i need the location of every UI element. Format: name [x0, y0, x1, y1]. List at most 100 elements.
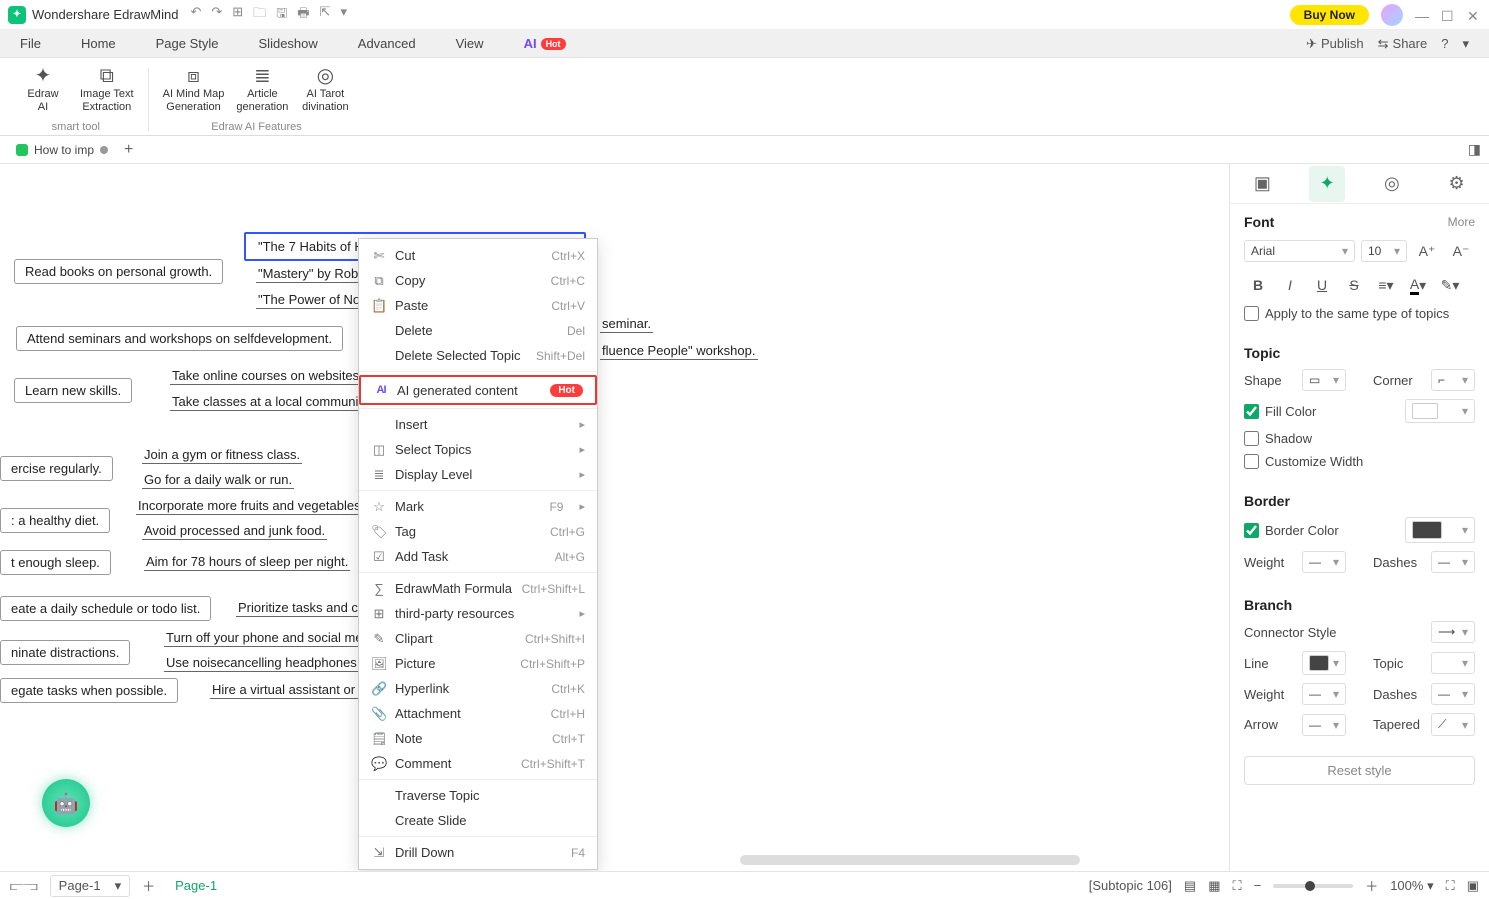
- cm-drill-down[interactable]: ⇲Drill DownF4: [359, 840, 597, 865]
- cm-copy[interactable]: ⧉CopyCtrl+C: [359, 268, 597, 293]
- mindmap-node[interactable]: Avoid processed and junk food.: [142, 523, 327, 540]
- menu-home[interactable]: Home: [81, 36, 116, 51]
- new-tab-button[interactable]: +: [124, 141, 133, 159]
- fill-color-check[interactable]: Fill Color: [1244, 404, 1316, 419]
- tarot-button[interactable]: ◎AI Tarot divination: [300, 64, 350, 114]
- user-avatar[interactable]: [1381, 4, 1403, 26]
- collapse-panel-icon[interactable]: ▣: [1467, 878, 1479, 894]
- mindmap-node[interactable]: "Mastery" by Robe: [256, 266, 368, 283]
- panel-tab-icon[interactable]: ◎: [1374, 166, 1410, 202]
- mindmap-node[interactable]: eate a daily schedule or todo list.: [0, 596, 211, 621]
- cm-attachment[interactable]: 📎AttachmentCtrl+H: [359, 701, 597, 726]
- cm-traverse[interactable]: Traverse Topic: [359, 783, 597, 808]
- cm-ai-generated-content[interactable]: AIAI generated contentHot: [359, 375, 597, 405]
- print-icon[interactable]: 🖶: [297, 4, 309, 26]
- branch-weight-select[interactable]: —▾: [1302, 683, 1346, 705]
- menu-advanced[interactable]: Advanced: [358, 36, 416, 51]
- menu-slideshow[interactable]: Slideshow: [259, 36, 318, 51]
- highlight-button[interactable]: ✎▾: [1436, 272, 1464, 298]
- font-size-select[interactable]: 10▾: [1361, 240, 1407, 262]
- fill-color-select[interactable]: ▾: [1405, 399, 1475, 423]
- article-generation-button[interactable]: ≣Article generation: [236, 64, 288, 114]
- mindmap-node[interactable]: Incorporate more fruits and vegetables i: [136, 498, 369, 515]
- cm-clipart[interactable]: ✎ClipartCtrl+Shift+I: [359, 626, 597, 651]
- save-icon[interactable]: 🖫: [276, 4, 287, 26]
- menu-file[interactable]: File: [20, 36, 41, 51]
- view-icon-2[interactable]: ▦: [1208, 878, 1220, 894]
- cm-add-task[interactable]: ☑Add TaskAlt+G: [359, 544, 597, 569]
- cm-picture[interactable]: 🖼PictureCtrl+Shift+P: [359, 651, 597, 676]
- mindmap-node[interactable]: "The Power of Now: [256, 292, 372, 309]
- panel-tab-settings[interactable]: ⚙: [1439, 166, 1475, 202]
- buy-now-button[interactable]: Buy Now: [1290, 5, 1369, 25]
- underline-button[interactable]: U: [1308, 272, 1336, 298]
- shadow-check[interactable]: Shadow: [1244, 431, 1475, 446]
- zoom-value[interactable]: 100% ▾: [1390, 878, 1433, 894]
- cm-paste[interactable]: 📋PasteCtrl+V: [359, 293, 597, 318]
- fullscreen-icon[interactable]: ⛶: [1446, 878, 1455, 894]
- menu-view[interactable]: View: [456, 36, 484, 51]
- zoom-slider[interactable]: [1273, 884, 1353, 888]
- share-button[interactable]: ⇆Share: [1378, 36, 1428, 52]
- tapered-select[interactable]: ⟋▾: [1431, 713, 1475, 736]
- line-color-select[interactable]: ▾: [1302, 651, 1346, 675]
- maximize-icon[interactable]: ☐: [1441, 8, 1455, 22]
- panel-toggle-icon[interactable]: ◨: [1468, 141, 1481, 158]
- cm-select-topics[interactable]: ◫Select Topics▸: [359, 437, 597, 462]
- mindmap-node[interactable]: Join a gym or fitness class.: [142, 447, 302, 464]
- open-icon[interactable]: 🗀: [253, 4, 266, 26]
- mindmap-node[interactable]: Turn off your phone and social medi: [164, 630, 375, 647]
- decrease-font-button[interactable]: A⁻: [1447, 238, 1475, 264]
- increase-font-button[interactable]: A⁺: [1413, 238, 1441, 264]
- cm-delete[interactable]: DeleteDel: [359, 318, 597, 343]
- mindmap-node[interactable]: Attend seminars and workshops on selfdev…: [16, 326, 343, 351]
- cm-tag[interactable]: 🏷TagCtrl+G: [359, 519, 597, 544]
- border-color-check[interactable]: Border Color: [1244, 523, 1339, 538]
- undo-icon[interactable]: ↶: [190, 4, 201, 26]
- page-tab[interactable]: Page-1: [167, 878, 225, 893]
- ai-mindmap-button[interactable]: ⧈AI Mind Map Generation: [163, 64, 225, 114]
- reset-style-button[interactable]: Reset style: [1244, 756, 1475, 785]
- outline-toggle-icon[interactable]: ⫍⫎: [10, 878, 38, 894]
- add-page-button[interactable]: ＋: [142, 876, 155, 895]
- canvas[interactable]: "The 7 Habits of Hi "Mastery" by Robe "T…: [0, 164, 1229, 871]
- cm-display-level[interactable]: ≣Display Level▸: [359, 462, 597, 487]
- new-icon[interactable]: ⊞: [232, 4, 243, 26]
- publish-button[interactable]: ✈Publish: [1306, 36, 1364, 52]
- mindmap-node[interactable]: Take classes at a local community: [170, 394, 371, 411]
- mindmap-node[interactable]: ninate distractions.: [0, 640, 130, 665]
- cm-hyperlink[interactable]: 🔗HyperlinkCtrl+K: [359, 676, 597, 701]
- document-tab[interactable]: How to imp: [8, 143, 116, 157]
- cm-formula[interactable]: ∑EdrawMath FormulaCtrl+Shift+L: [359, 576, 597, 601]
- mindmap-node[interactable]: ercise regularly.: [0, 456, 113, 481]
- cm-mark[interactable]: ☆MarkF9▸: [359, 494, 597, 519]
- panel-tab-style[interactable]: ✦: [1309, 166, 1345, 202]
- view-icon-1[interactable]: ▤: [1184, 878, 1196, 894]
- branch-dashes-select[interactable]: —▾: [1431, 683, 1475, 705]
- mindmap-node[interactable]: Go for a daily walk or run.: [142, 472, 294, 489]
- zoom-in-button[interactable]: ＋: [1365, 876, 1378, 895]
- cm-third-party[interactable]: ⊞third-party resources▸: [359, 601, 597, 626]
- fit-icon[interactable]: ⛶: [1232, 878, 1241, 894]
- zoom-out-button[interactable]: −: [1254, 878, 1262, 893]
- horizontal-scrollbar[interactable]: [740, 855, 1080, 865]
- strike-button[interactable]: S: [1340, 272, 1368, 298]
- topic-color-select[interactable]: ▾: [1431, 652, 1475, 674]
- font-color-button[interactable]: A▾: [1404, 272, 1432, 298]
- mindmap-node[interactable]: t enough sleep.: [0, 550, 111, 575]
- menu-page-style[interactable]: Page Style: [156, 36, 219, 51]
- mindmap-node[interactable]: Hire a virtual assistant or as: [210, 682, 374, 699]
- shape-select[interactable]: ▭▾: [1302, 369, 1346, 391]
- mindmap-node[interactable]: Learn new skills.: [14, 378, 132, 403]
- font-more-link[interactable]: More: [1448, 215, 1475, 229]
- collapse-ribbon-icon[interactable]: ▾: [1462, 36, 1469, 52]
- font-family-select[interactable]: Arial▾: [1244, 240, 1355, 262]
- cm-comment[interactable]: 💬CommentCtrl+Shift+T: [359, 751, 597, 776]
- bold-button[interactable]: B: [1244, 272, 1272, 298]
- menu-ai[interactable]: AI Hot: [524, 36, 566, 51]
- cm-delete-selected[interactable]: Delete Selected TopicShift+Del: [359, 343, 597, 368]
- mindmap-node[interactable]: Aim for 78 hours of sleep per night.: [144, 554, 350, 571]
- border-weight-select[interactable]: —▾: [1302, 551, 1346, 573]
- minimize-icon[interactable]: —: [1415, 8, 1429, 22]
- mindmap-node[interactable]: egate tasks when possible.: [0, 678, 178, 703]
